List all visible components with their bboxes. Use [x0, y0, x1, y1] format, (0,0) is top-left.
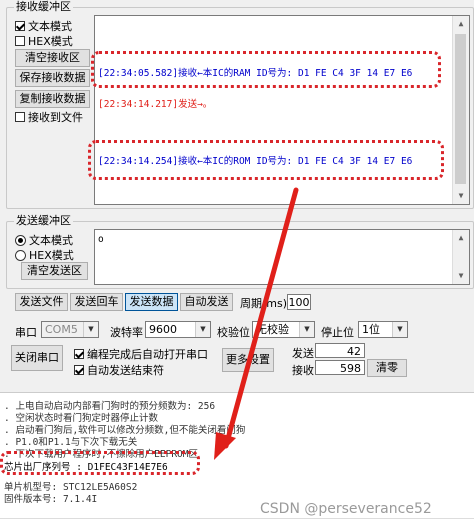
- annotation-arrow: [214, 187, 299, 460]
- watermark: CSDN @perseverance52: [260, 501, 432, 517]
